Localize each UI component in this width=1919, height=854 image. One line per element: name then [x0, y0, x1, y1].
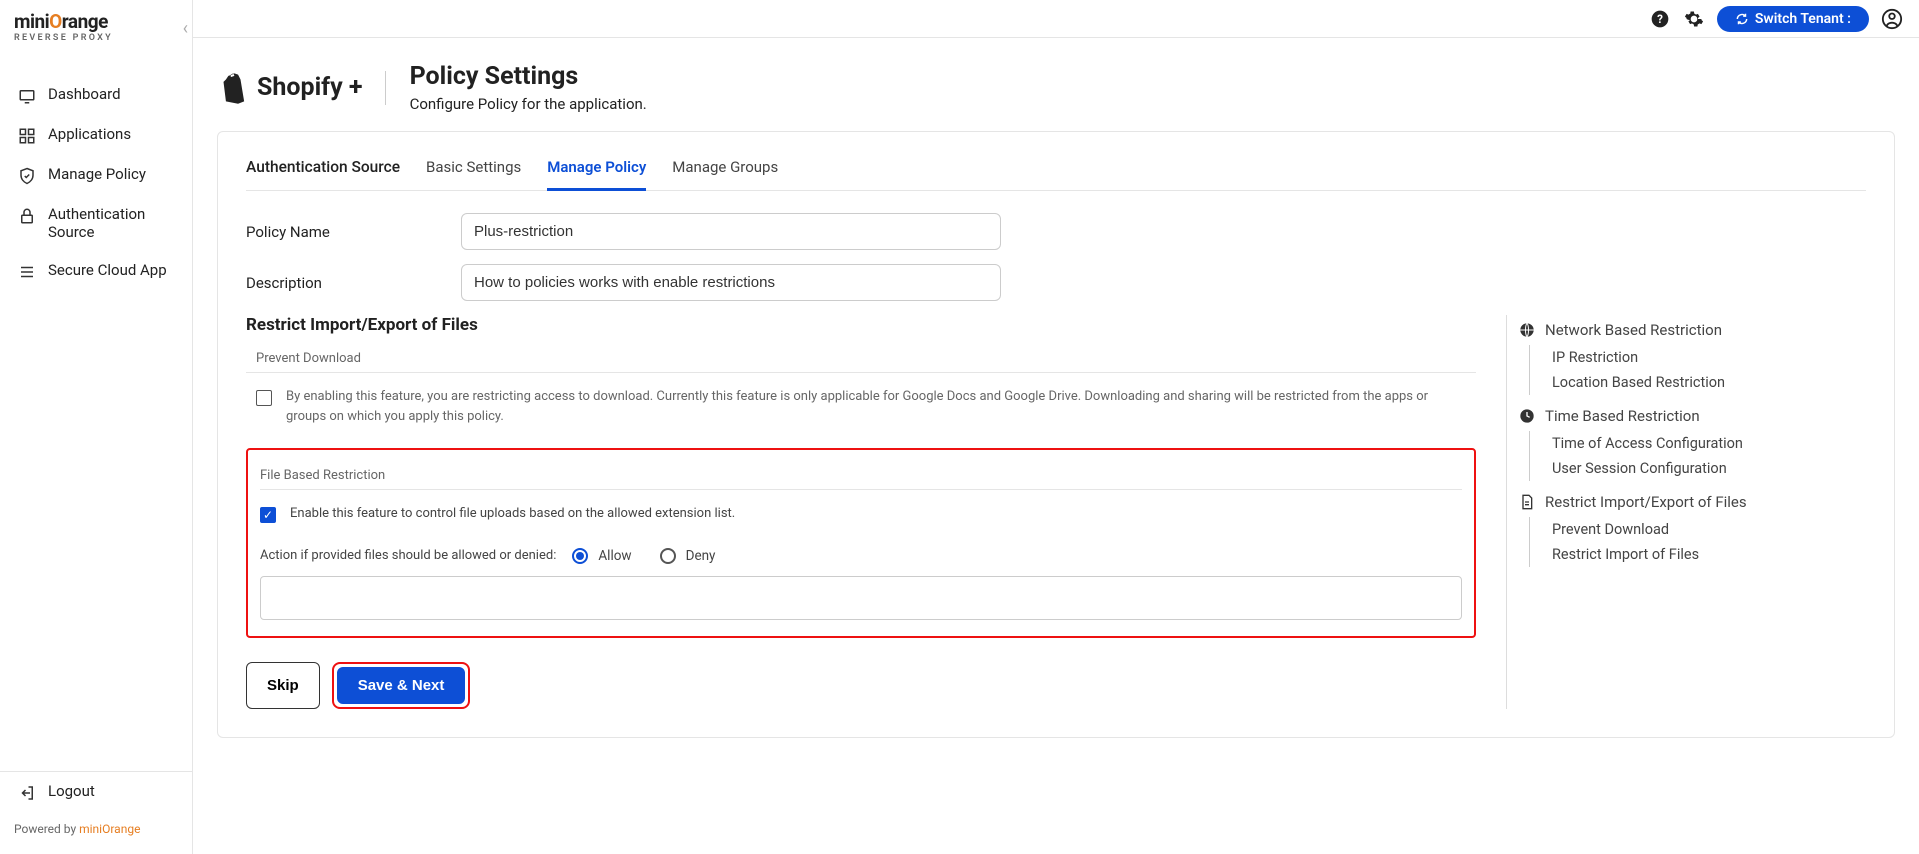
- dashboard-icon: [18, 87, 36, 105]
- rnav-session[interactable]: User Session Configuration: [1552, 456, 1866, 481]
- tabs: Authentication Source Basic Settings Man…: [246, 150, 1866, 191]
- rnav-network[interactable]: Network Based Restriction: [1519, 315, 1866, 345]
- logo: miniOrange REVERSE PROXY: [0, 0, 192, 51]
- rnav-label: IP Restriction: [1552, 349, 1638, 366]
- rnav-label: Restrict Import/Export of Files: [1545, 493, 1747, 511]
- policy-name-input[interactable]: [461, 213, 1001, 250]
- radio-allow[interactable]: [572, 548, 588, 564]
- settings-card: Authentication Source Basic Settings Man…: [217, 131, 1895, 738]
- help-icon[interactable]: ?: [1649, 8, 1671, 30]
- applications-icon: [18, 127, 36, 145]
- rnav-time-access[interactable]: Time of Access Configuration: [1552, 431, 1866, 456]
- rnav-label: Prevent Download: [1552, 521, 1669, 538]
- sidebar-item-logout[interactable]: Logout: [0, 772, 192, 812]
- sidebar-item-label: Dashboard: [48, 85, 121, 103]
- rnav-label: Network Based Restriction: [1545, 321, 1722, 339]
- radio-allow-label: Allow: [598, 548, 631, 564]
- save-next-button[interactable]: Save & Next: [337, 667, 466, 704]
- sidebar-item-label: Logout: [48, 782, 95, 800]
- sidebar-item-applications[interactable]: Applications: [0, 115, 192, 155]
- rnav-restrict[interactable]: Restrict Import/Export of Files: [1519, 487, 1866, 517]
- gear-icon[interactable]: [1683, 8, 1705, 30]
- rnav-ip[interactable]: IP Restriction: [1552, 345, 1866, 370]
- topbar: ? Switch Tenant :: [193, 0, 1919, 38]
- svg-text:?: ?: [1657, 12, 1663, 26]
- skip-button[interactable]: Skip: [246, 662, 320, 709]
- rnav-label: Restrict Import of Files: [1552, 546, 1699, 563]
- action-label: Action if provided files should be allow…: [260, 548, 556, 563]
- rnav-label: Location Based Restriction: [1552, 374, 1725, 391]
- file-restriction-checkbox[interactable]: ✓: [260, 507, 276, 523]
- file-restriction-label: File Based Restriction: [260, 460, 1462, 489]
- globe-icon: [1519, 322, 1535, 338]
- restriction-nav: Network Based Restriction IP Restriction…: [1506, 315, 1866, 709]
- extension-input[interactable]: [260, 576, 1462, 620]
- prevent-download-checkbox[interactable]: [256, 390, 272, 406]
- list-icon: [18, 263, 36, 281]
- tab-auth-source[interactable]: Authentication Source: [246, 150, 400, 190]
- file-icon: [1519, 494, 1535, 510]
- sidebar-item-dashboard[interactable]: Dashboard: [0, 75, 192, 115]
- rnav-label: Time of Access Configuration: [1552, 435, 1743, 452]
- logo-subtitle: REVERSE PROXY: [14, 33, 178, 43]
- switch-tenant-button[interactable]: Switch Tenant :: [1717, 6, 1869, 32]
- sidebar-item-secure-cloud[interactable]: Secure Cloud App: [0, 251, 192, 291]
- collapse-sidebar-icon[interactable]: ‹: [183, 18, 188, 39]
- rnav-restrict-import[interactable]: Restrict Import of Files: [1552, 542, 1866, 567]
- rnav-prevent[interactable]: Prevent Download: [1552, 517, 1866, 542]
- shopify-icon: [217, 71, 247, 105]
- app-name: Shopify +: [257, 73, 363, 102]
- tab-manage-policy[interactable]: Manage Policy: [547, 150, 646, 191]
- sidebar: miniOrange REVERSE PROXY ‹ Dashboard App…: [0, 0, 193, 854]
- page-title: Policy Settings: [410, 62, 647, 91]
- shield-icon: [18, 167, 36, 185]
- account-icon[interactable]: [1881, 8, 1903, 30]
- lock-icon: [18, 207, 36, 225]
- description-input[interactable]: [461, 264, 1001, 301]
- sidebar-item-label: Authentication Source: [48, 205, 174, 241]
- logo-text-b: range: [62, 10, 108, 33]
- file-restriction-section: File Based Restriction ✓ Enable this fea…: [246, 448, 1476, 638]
- rnav-location[interactable]: Location Based Restriction: [1552, 370, 1866, 395]
- tab-basic-settings[interactable]: Basic Settings: [426, 150, 521, 190]
- radio-deny-label: Deny: [686, 548, 716, 564]
- powered-by: Powered by miniOrange: [0, 812, 192, 854]
- sidebar-item-manage-policy[interactable]: Manage Policy: [0, 155, 192, 195]
- switch-tenant-label: Switch Tenant :: [1755, 11, 1851, 27]
- page-subtitle: Configure Policy for the application.: [410, 95, 647, 113]
- sidebar-item-label: Manage Policy: [48, 165, 146, 183]
- sidebar-item-auth-source[interactable]: Authentication Source: [0, 195, 192, 251]
- tab-manage-groups[interactable]: Manage Groups: [672, 150, 778, 190]
- description-label: Description: [246, 274, 461, 292]
- sidebar-item-label: Secure Cloud App: [48, 261, 167, 279]
- powered-link[interactable]: miniOrange: [79, 822, 140, 836]
- rnav-time[interactable]: Time Based Restriction: [1519, 401, 1866, 431]
- policy-name-label: Policy Name: [246, 223, 461, 241]
- refresh-icon: [1735, 12, 1749, 26]
- prevent-download-label: Prevent Download: [246, 343, 1476, 372]
- file-restriction-desc: Enable this feature to control file uplo…: [290, 504, 735, 524]
- rnav-label: User Session Configuration: [1552, 460, 1727, 477]
- logout-icon: [18, 784, 36, 802]
- page-header: Shopify + Policy Settings Configure Poli…: [217, 62, 1895, 113]
- main: ? Switch Tenant : Shopify + Policy Setti…: [193, 0, 1919, 854]
- logo-text-a: mini: [14, 10, 49, 33]
- clock-icon: [1519, 408, 1535, 424]
- rnav-label: Time Based Restriction: [1545, 407, 1700, 425]
- sidebar-nav: Dashboard Applications Manage Policy Aut…: [0, 51, 192, 291]
- restrict-title: Restrict Import/Export of Files: [246, 315, 1476, 335]
- radio-deny[interactable]: [660, 548, 676, 564]
- prevent-download-desc: By enabling this feature, you are restri…: [286, 387, 1466, 426]
- sidebar-item-label: Applications: [48, 125, 131, 143]
